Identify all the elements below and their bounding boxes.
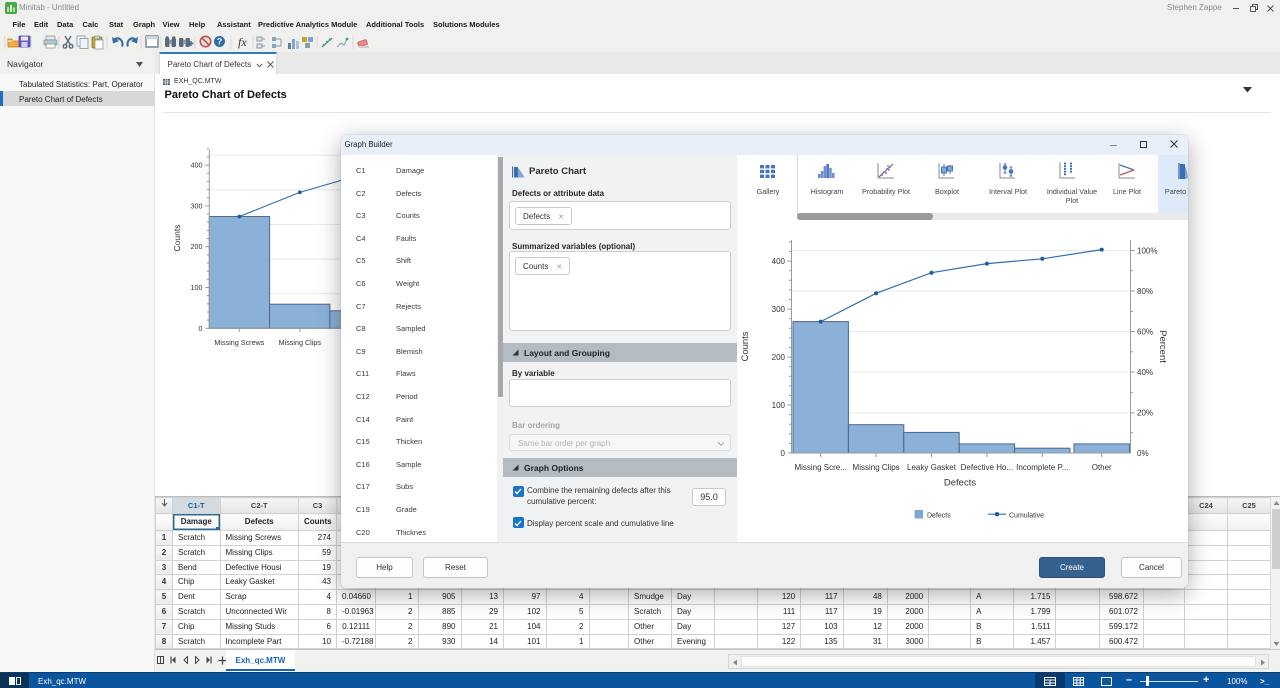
svg-text:Missing Screws: Missing Screws [214,338,264,347]
svg-text:Defects: Defects [927,513,951,520]
svg-text:80%: 80% [1137,287,1153,296]
svg-text:400: 400 [772,257,786,266]
svg-text:20%: 20% [1137,409,1153,418]
svg-text:fx: fx [238,35,247,49]
svg-text:Other: Other [1092,463,1112,472]
svg-text:Leaky Gasket: Leaky Gasket [907,463,957,472]
svg-text:100: 100 [772,401,786,410]
svg-text:Cumulative: Cumulative [1009,513,1044,520]
svg-text:100: 100 [191,283,203,292]
svg-text:400: 400 [191,161,203,170]
svg-text:Defects: Defects [944,478,976,489]
svg-text:0%: 0% [1137,449,1149,458]
svg-text:Incomplete P...: Incomplete P... [1016,463,1068,472]
svg-text:40%: 40% [1137,368,1153,377]
svg-text:0: 0 [199,324,203,333]
svg-text:?: ? [217,37,223,47]
svg-text:300: 300 [191,201,203,210]
svg-text:0: 0 [781,449,786,458]
svg-text:Missing Clips: Missing Clips [279,338,322,347]
svg-text:Missing Clips: Missing Clips [853,463,900,472]
svg-text:Percent: Percent [1157,330,1168,363]
svg-text:60%: 60% [1137,327,1153,336]
svg-text:Missing Scre...: Missing Scre... [794,463,846,472]
svg-text:Defective Ho...: Defective Ho... [961,463,1013,472]
svg-text:200: 200 [191,242,203,251]
svg-text:Counts: Counts [172,225,182,252]
svg-text:Counts: Counts [740,331,751,361]
svg-text:200: 200 [772,353,786,362]
svg-text:100%: 100% [1137,246,1157,255]
svg-text:300: 300 [772,305,786,314]
